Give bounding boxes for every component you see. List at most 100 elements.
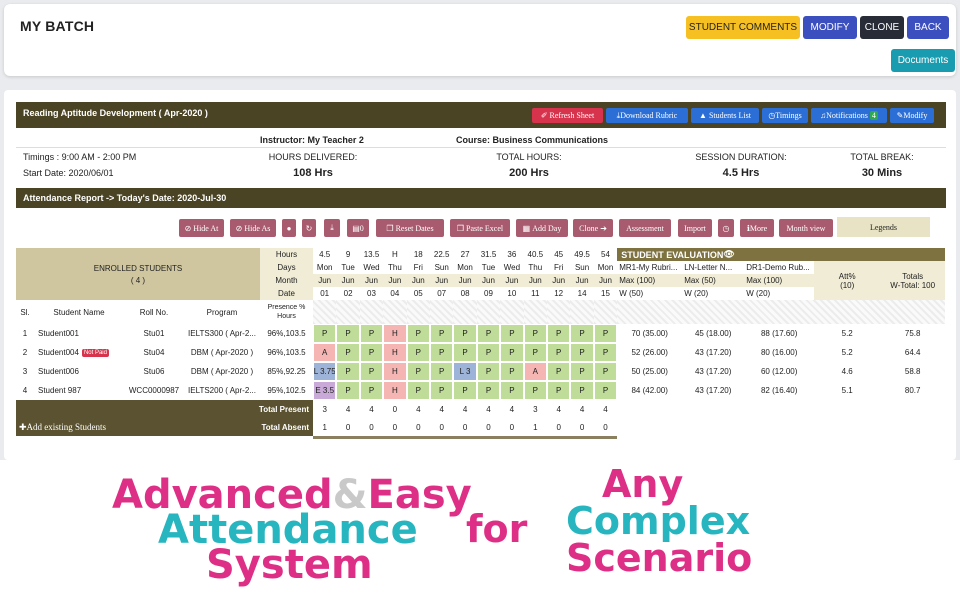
attendance-mark-cell[interactable]: P [336, 362, 360, 381]
attendance-mark-cell[interactable]: P [570, 324, 594, 343]
attendance-mark-cell[interactable]: E 3.5 [313, 381, 337, 400]
more-button[interactable]: ℹ More [740, 219, 774, 237]
total-absent-cell: 0 [416, 422, 421, 432]
hide-as-button[interactable]: ⊘ Hide As [230, 219, 276, 237]
timings-button[interactable]: ◷ Timings [762, 108, 808, 123]
row-label-month: Month [260, 274, 313, 287]
grid-scrollbar[interactable] [313, 436, 618, 439]
notifications-button[interactable]: ♫ Notifications 4 [811, 108, 887, 123]
total-absent-cell: 0 [439, 422, 444, 432]
student-name-text[interactable]: Student004 [38, 348, 79, 357]
import-button[interactable]: Import [678, 219, 712, 237]
attendance-mark-cell[interactable]: P [359, 343, 384, 362]
attendance-mark-cell[interactable]: P [593, 343, 618, 362]
clock-button[interactable]: ◷ [718, 219, 734, 237]
attendance-mark-cell[interactable]: P [570, 362, 594, 381]
attendance-mark-cell[interactable]: P [406, 324, 430, 343]
attendance-mark-cell[interactable]: P [500, 381, 524, 400]
attendance-mark-cell[interactable]: P [336, 381, 360, 400]
modify-batch-button[interactable]: ✎ Modify [890, 108, 934, 123]
attendance-mark-cell[interactable]: H [383, 381, 407, 400]
total-hours-value: 200 Hrs [509, 167, 549, 179]
attendance-mark-cell[interactable]: P [406, 381, 430, 400]
student-name-text[interactable]: Student006 [38, 367, 79, 376]
top-header-card: MY BATCH STUDENT COMMENTS MODIFY CLONE B… [4, 4, 956, 76]
attendance-mark-cell[interactable]: P [593, 324, 618, 343]
attendance-mark-cell[interactable]: P [547, 343, 571, 362]
attendance-mark-cell[interactable]: P [523, 324, 547, 343]
documents-button[interactable]: Documents [891, 49, 955, 72]
attendance-mark-cell[interactable]: P [430, 381, 454, 400]
attendance-mark-cell[interactable]: P [547, 362, 571, 381]
attendance-mark-cell[interactable]: P [593, 381, 618, 400]
attendance-mark-cell[interactable]: P [406, 343, 430, 362]
paste-excel-button[interactable]: ❒ Paste Excel [450, 219, 510, 237]
attendance-mark-cell[interactable]: P [476, 362, 501, 381]
total-absent-cell: 1 [533, 422, 538, 432]
reset-dates-button[interactable]: ❐ Reset Dates [376, 219, 444, 237]
attendance-mark-cell[interactable]: P [359, 381, 384, 400]
sync-button[interactable]: ↻ [302, 219, 316, 237]
attendance-mark-cell[interactable]: P [359, 324, 384, 343]
attendance-mark-cell[interactable]: A [523, 362, 547, 381]
attendance-mark-cell[interactable]: H [383, 324, 407, 343]
attendance-mark-cell[interactable]: A [313, 343, 337, 362]
eval-score-cell: 88 (17.60) [760, 329, 798, 338]
add-day-button[interactable]: ▦ Add Day [516, 219, 568, 237]
attendance-mark-cell[interactable]: H [383, 362, 407, 381]
attendance-mark-cell[interactable]: P [359, 362, 384, 381]
students-list-button[interactable]: ▲ Students List [691, 108, 759, 123]
attendance-mark-cell[interactable]: P [430, 362, 454, 381]
course-label: Course: Business Communications [456, 135, 609, 145]
attendance-mark-cell[interactable]: P [476, 381, 501, 400]
attendance-mark-cell[interactable]: L 3.75 [313, 362, 337, 381]
back-button[interactable]: BACK [907, 16, 949, 39]
attendance-mark-cell[interactable]: H [383, 343, 407, 362]
assessment-button[interactable]: Assessment [619, 219, 671, 237]
attendance-mark-cell[interactable]: P [593, 362, 618, 381]
eye-icon[interactable]: 👁 [723, 249, 734, 260]
banner-complex: Complex [566, 499, 751, 543]
header-months-cell: Jun [453, 274, 477, 287]
attendance-mark-cell[interactable]: P [547, 324, 571, 343]
add-existing-students-button[interactable]: ✚ Add existing Students [16, 418, 124, 436]
attendance-mark-cell[interactable]: P [336, 343, 360, 362]
attendance-mark-cell[interactable]: P [570, 343, 594, 362]
attendance-mark-cell[interactable]: P [453, 343, 477, 362]
student-att-percent: 5.2 [841, 348, 853, 357]
download-rubric-button[interactable]: ⤓ Download Rubric [606, 108, 688, 123]
attendance-mark-cell[interactable]: P [406, 362, 430, 381]
attendance-mark-cell[interactable]: P [547, 381, 571, 400]
attendance-mark-cell[interactable]: P [430, 343, 454, 362]
refresh-sheet-button[interactable]: ✐ Refresh Sheet [532, 108, 603, 123]
hide-at-button[interactable]: ⊘ Hide At [179, 219, 224, 237]
attendance-mark-cell[interactable]: P [313, 324, 337, 343]
legends-box[interactable]: Legends [837, 217, 930, 237]
attendance-mark-cell[interactable]: P [523, 343, 547, 362]
attendance-mark-cell[interactable]: P [500, 343, 524, 362]
attendance-mark-cell[interactable]: P [453, 324, 477, 343]
student-name-text[interactable]: Student 987 [38, 386, 81, 395]
attendance-mark-cell[interactable]: P [523, 381, 547, 400]
attendance-mark-cell[interactable]: L 3 [453, 362, 477, 381]
attendance-mark-cell[interactable]: P [500, 362, 524, 381]
attendance-mark-cell[interactable]: P [430, 324, 454, 343]
attendance-mark-cell[interactable]: P [476, 324, 501, 343]
attendance-mark-cell[interactable]: P [336, 324, 360, 343]
attendance-mark-cell[interactable]: P [570, 381, 594, 400]
modify-button[interactable]: MODIFY [803, 16, 857, 39]
total-absent-cell: 0 [509, 422, 515, 432]
attendance-mark-cell[interactable]: P [500, 324, 524, 343]
download-button[interactable]: ⤓ [324, 219, 340, 237]
month-view-button[interactable]: Month view [779, 219, 833, 237]
attendance-mark-cell[interactable]: P [476, 343, 501, 362]
mic-button[interactable]: ● [282, 219, 296, 237]
clone-button[interactable]: CLONE [860, 16, 904, 39]
attendance-mark-cell[interactable]: P [453, 381, 477, 400]
file-count-button[interactable]: ▤ 0 [347, 219, 369, 237]
clone-day-button[interactable]: Clone ➔ [573, 219, 613, 237]
header-dates-cell: 07 [437, 289, 447, 298]
student-sl: 2 [22, 348, 28, 357]
student-name-text[interactable]: Student001 [38, 329, 79, 338]
student-comments-button[interactable]: STUDENT COMMENTS [686, 16, 800, 39]
